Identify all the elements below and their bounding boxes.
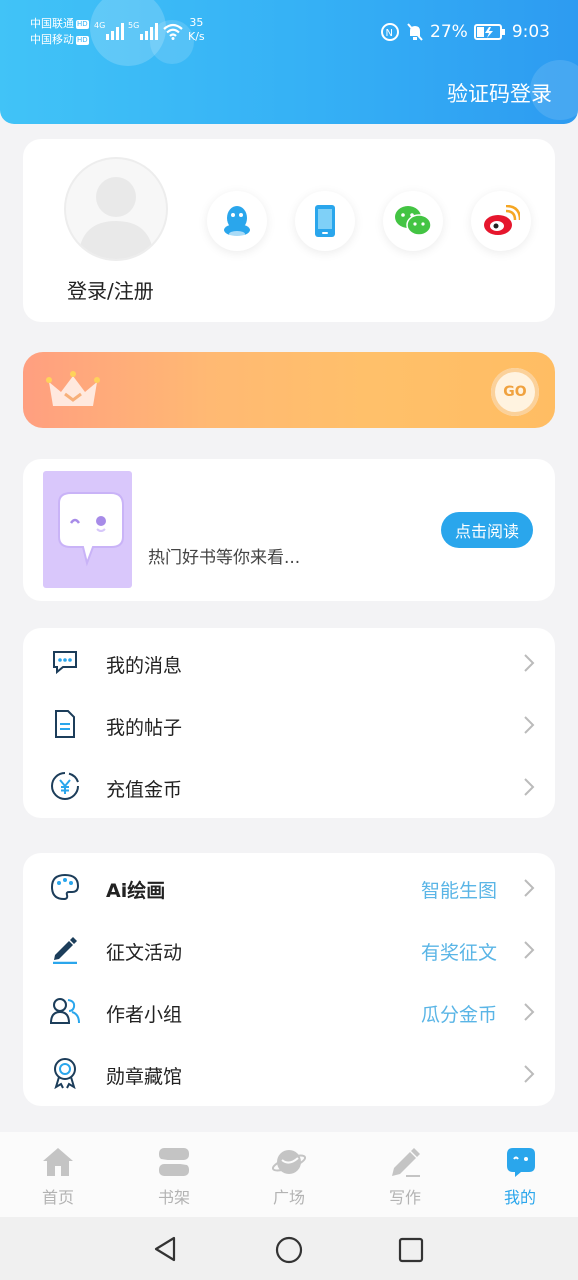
tab-write[interactable]: 写作	[365, 1146, 445, 1208]
weibo-login-button[interactable]	[471, 191, 531, 251]
coin-icon	[51, 772, 79, 800]
profile-card: 登录/注册	[23, 139, 555, 322]
write-icon	[392, 1148, 420, 1177]
palette-icon	[50, 873, 80, 901]
crown-icon	[46, 371, 100, 406]
verification-code-login-link[interactable]: 验证码登录	[447, 78, 552, 108]
login-register-link[interactable]: 登录/注册	[67, 275, 154, 304]
clock: 9:03	[511, 22, 550, 42]
battery-percent: 27%	[430, 22, 468, 42]
nfc-icon: N	[381, 23, 400, 41]
chevron-right-icon	[524, 778, 535, 796]
menu-item-author-group[interactable]: 作者小组 瓜分金币	[23, 980, 555, 1042]
menu-item-messages[interactable]: 我的消息	[23, 631, 555, 693]
signal-icon-2: 5G	[128, 21, 158, 40]
menu-label: 勋章藏馆	[106, 1066, 183, 1088]
home-icon	[43, 1148, 73, 1176]
recent-apps-icon[interactable]	[398, 1237, 424, 1263]
carrier-2: 中国移动	[30, 33, 74, 46]
tab-mine[interactable]: 我的	[480, 1146, 560, 1208]
wifi-icon	[163, 23, 183, 40]
carrier-info: 中国联通 HD 中国移动 HD	[30, 17, 89, 46]
avatar[interactable]	[66, 159, 166, 259]
menu-item-medal-hall[interactable]: 勋章藏馆	[23, 1042, 555, 1104]
pen-icon	[53, 937, 77, 964]
menu-group-2: Ai绘画 智能生图 征文活动 有奖征文 作者小组 瓜分金币 勋章藏馆	[23, 853, 555, 1106]
group-icon	[49, 998, 80, 1024]
home-button-icon[interactable]	[275, 1236, 303, 1264]
tab-home[interactable]: 首页	[18, 1146, 98, 1208]
phone-icon	[315, 205, 335, 237]
planet-icon	[271, 1150, 307, 1174]
back-icon[interactable]	[152, 1236, 178, 1262]
chevron-right-icon	[524, 1003, 535, 1021]
message-icon	[53, 651, 77, 675]
network-speed: 35 K/s	[188, 16, 205, 43]
menu-group-1: 我的消息 我的帖子 充值金币	[23, 628, 555, 818]
battery-icon	[473, 24, 505, 40]
menu-label: 我的帖子	[106, 717, 183, 739]
bookshelf-icon	[159, 1148, 189, 1176]
menu-label: 征文活动	[106, 942, 183, 964]
read-now-button[interactable]: 点击阅读	[441, 512, 533, 548]
menu-label: 充值金币	[106, 779, 183, 801]
weibo-icon	[484, 205, 520, 235]
go-button[interactable]: GO	[491, 368, 539, 416]
mine-icon	[507, 1148, 535, 1177]
bottom-tab-bar: 首页 书架 广场 写作 我的	[0, 1132, 578, 1217]
header: 中国联通 HD 中国移动 HD 4G 5G 35 K/s N 27% 9:03 …	[0, 0, 578, 124]
medal-icon	[54, 1058, 76, 1089]
phone-login-button[interactable]	[295, 191, 355, 251]
document-icon	[55, 710, 75, 738]
tab-bookshelf[interactable]: 书架	[134, 1146, 214, 1208]
wechat-icon	[395, 206, 432, 236]
menu-item-essay-contest[interactable]: 征文活动 有奖征文	[23, 918, 555, 980]
menu-label: Ai绘画	[106, 880, 166, 902]
menu-item-ai-painting[interactable]: Ai绘画 智能生图	[23, 856, 555, 918]
chevron-right-icon	[524, 879, 535, 897]
qq-login-button[interactable]	[207, 191, 267, 251]
carrier-1: 中国联通	[30, 17, 74, 30]
svg-text:N: N	[386, 28, 393, 39]
menu-label: 我的消息	[106, 655, 183, 677]
network-type-2: 5G	[128, 21, 139, 30]
menu-extra: 有奖征文	[420, 942, 497, 964]
book-description: 热门好书等你来看...	[148, 548, 301, 568]
chevron-right-icon	[524, 1065, 535, 1083]
chevron-right-icon	[524, 716, 535, 734]
qq-icon	[224, 206, 250, 237]
chevron-right-icon	[524, 941, 535, 959]
menu-label: 作者小组	[106, 1004, 183, 1026]
network-type-1: 4G	[94, 21, 105, 30]
default-avatar-icon	[78, 177, 154, 259]
menu-extra: 智能生图	[420, 880, 497, 902]
wechat-login-button[interactable]	[383, 191, 443, 251]
vip-banner[interactable]: GO	[23, 352, 555, 428]
chevron-right-icon	[524, 654, 535, 672]
chat-bubble-icon	[58, 492, 124, 567]
menu-item-recharge[interactable]: 充值金币	[23, 755, 555, 817]
menu-item-posts[interactable]: 我的帖子	[23, 693, 555, 755]
tab-square[interactable]: 广场	[249, 1146, 329, 1208]
recommended-book-card[interactable]: 热门好书等你来看... 点击阅读	[23, 459, 555, 601]
book-cover[interactable]	[43, 471, 132, 588]
status-bar: 中国联通 HD 中国移动 HD 4G 5G 35 K/s N 27% 9:03	[0, 14, 578, 54]
signal-icon: 4G	[94, 21, 124, 40]
mute-bell-icon	[407, 23, 423, 41]
system-navigation-bar	[0, 1217, 578, 1280]
menu-extra: 瓜分金币	[420, 1004, 497, 1026]
